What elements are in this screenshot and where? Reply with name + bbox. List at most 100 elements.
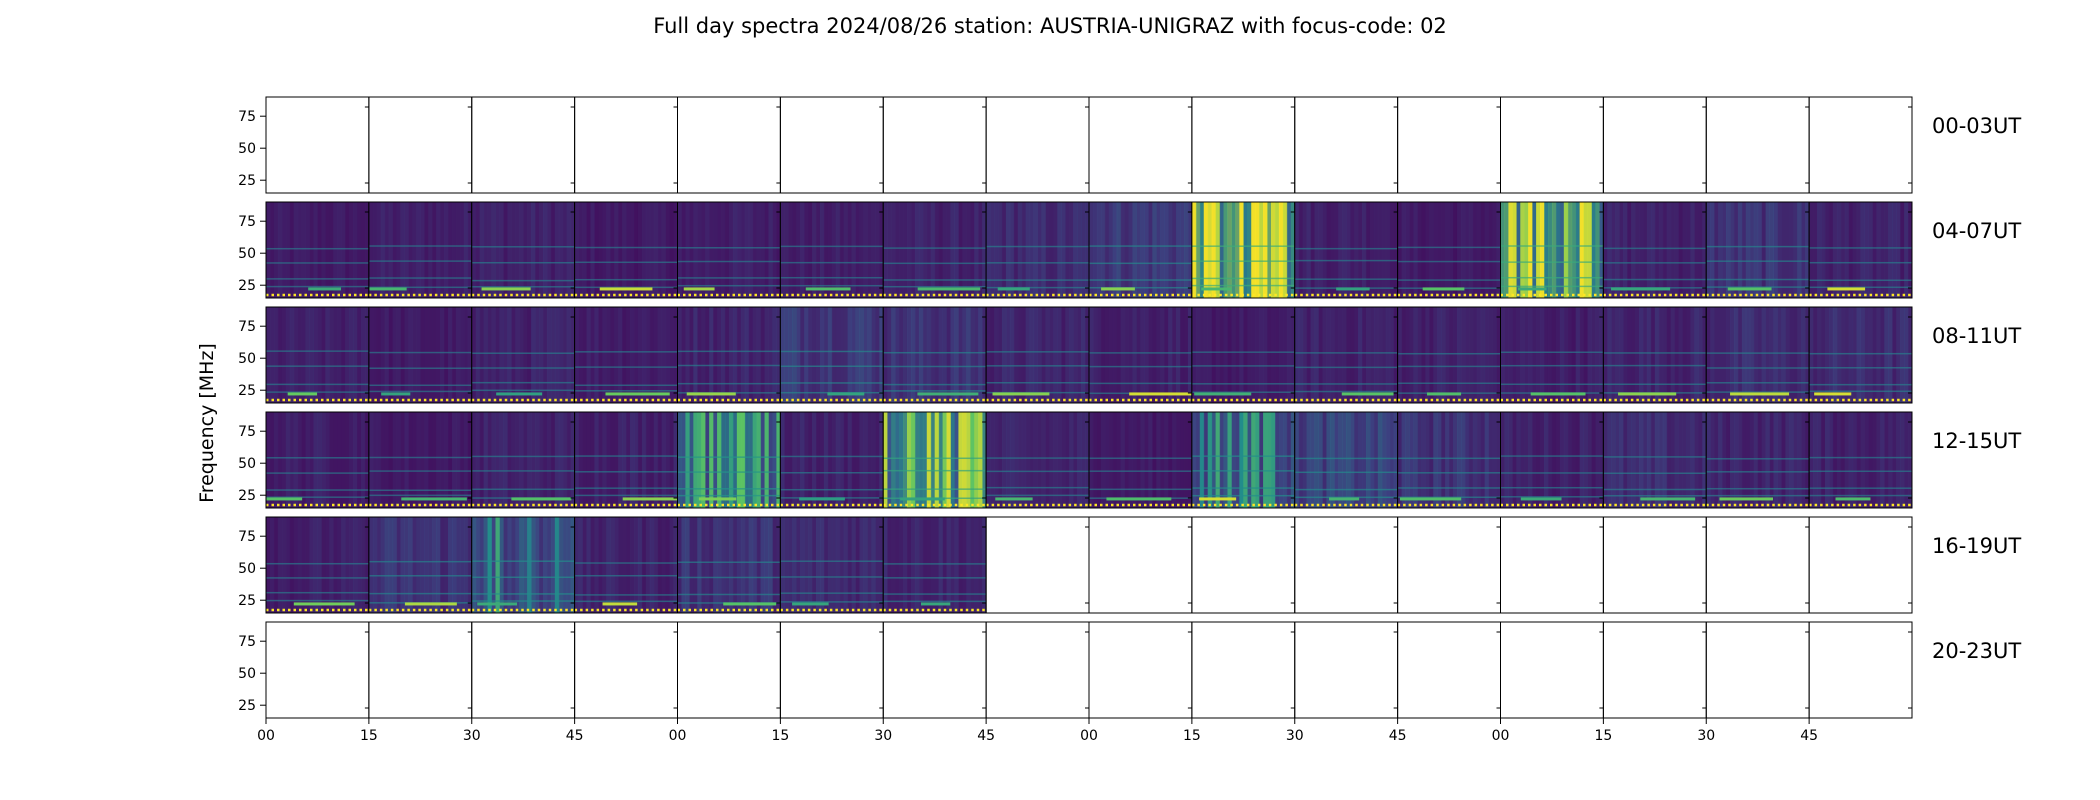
spectrum-stripe [1001,202,1007,298]
spectrum-stripe [1638,307,1644,403]
spectrum-cell [471,307,575,403]
spectrum-stripe [626,307,631,403]
spectrum-stripe [432,307,437,403]
spectrum-stripe [1350,202,1355,298]
x-tick-label: 15 [1183,728,1201,744]
spectrum-stripe [372,202,378,298]
spectrum-stripe [1013,412,1019,508]
spectrum-stripe [1638,202,1644,298]
spectrum-stripe [693,202,698,298]
spectrum-band [266,278,369,280]
spectrum-stripe [436,202,441,298]
spectrum-stripe [1009,202,1015,298]
spectrum-stripe [444,517,449,613]
x-tick-label: 30 [1286,728,1304,744]
spectrum-cell [368,412,472,508]
spectrum-stripe [558,517,564,613]
spectrum-stripe [1781,307,1786,403]
spectrum-stripe [1322,307,1327,403]
spectrum-stripe [1453,307,1458,403]
spectrum-stripe [1247,202,1252,298]
spectrum-cell [677,517,781,613]
spectrum-stripe [578,412,584,508]
spectrum-stripe [1049,202,1054,298]
spectrum-stripe [515,517,520,613]
spectrum-stripe [764,202,770,298]
spectrum-stripe [780,202,785,298]
spectrum-stripe [289,307,295,403]
spectrum-stripe [1904,307,1909,403]
spectrum-band [1294,247,1398,250]
spectrum-stripe [649,517,655,613]
low-freq-emission [900,497,945,501]
spectrum-stripe [954,307,959,403]
spectrum-stripe [847,202,853,298]
row-label: 08-11UT [1932,324,2021,348]
spectrum-stripe [1456,412,1462,508]
spectrum-stripe [289,412,295,508]
low-freq-emission [1427,392,1462,396]
spectrum-stripe [697,307,702,403]
spectrum-stripe [1646,412,1652,508]
spectrum-stripe [1508,202,1513,298]
spectrum-stripe [1828,412,1834,508]
spectrum-stripe [281,412,287,508]
y-tick-label: 50 [238,351,256,367]
spectrum-stripe [804,307,809,403]
spectrum-stripe [1516,202,1521,298]
row-label: 00-03UT [1932,114,2021,138]
spectrum-stripe [1860,412,1866,508]
spectrum-cell [266,517,369,613]
spectrum-stripe [448,517,453,613]
spectrum-cell [1089,202,1192,298]
spectrum-stripe [285,202,291,298]
spectrum-band [677,471,781,473]
spectrum-stripe [970,202,975,298]
spectrum-stripe [768,517,773,613]
spectrum-stripe [1896,307,1901,403]
spectrum-stripe [630,307,635,403]
spectrum-stripe [293,412,299,508]
spectrum-stripe [1227,307,1232,403]
spectrum-stripe [843,202,849,298]
spectrum-stripe [906,202,912,298]
spectrum-band [574,562,678,564]
spectrum-stripe [1362,202,1367,298]
spectrum-stripe [1836,307,1842,403]
spectrum-stripe [1817,307,1822,403]
spectrum-stripe [1255,412,1260,508]
spectrum-stripe [768,202,773,298]
spectrum-stripe [1445,412,1450,508]
spectrum-band [471,455,575,458]
spectrum-stripe [558,412,564,508]
spectrum-stripe [1318,307,1323,403]
spectrum-stripe [1472,412,1478,508]
spectrum-stripe [1674,202,1680,298]
spectrum-stripe [1073,307,1078,403]
spectrum-stripe [408,202,413,298]
spectrum-stripe [1607,307,1612,403]
spectrum-stripe [1635,202,1640,298]
spectrum-stripe [922,202,928,298]
spectrum-stripe [1820,202,1826,298]
spectrum-stripe [1373,307,1379,403]
spectrum-stripe [1591,307,1596,403]
spectrum-stripe [1761,412,1767,508]
spectrum-stripe [388,517,394,613]
spectrum-stripe [851,517,857,613]
spectrum-band [1191,260,1295,262]
spectrum-stripe [1828,202,1834,298]
spectrum-stripe [1528,412,1533,508]
spectrum-stripe [946,307,952,403]
spectrum-stripe [1520,202,1525,298]
spectrum-stripe [285,517,291,613]
spectrum-stripe [1195,307,1201,403]
spectrum-stripe [305,307,311,403]
spectrum-stripe [1654,202,1660,298]
spectrum-stripe [420,412,425,508]
spectrum-band [780,592,884,594]
spectrum-stripe [1579,412,1585,508]
spectrum-stripe [1251,307,1256,403]
spectrum-stripe [709,412,714,508]
spectrum-stripe [1449,202,1454,298]
